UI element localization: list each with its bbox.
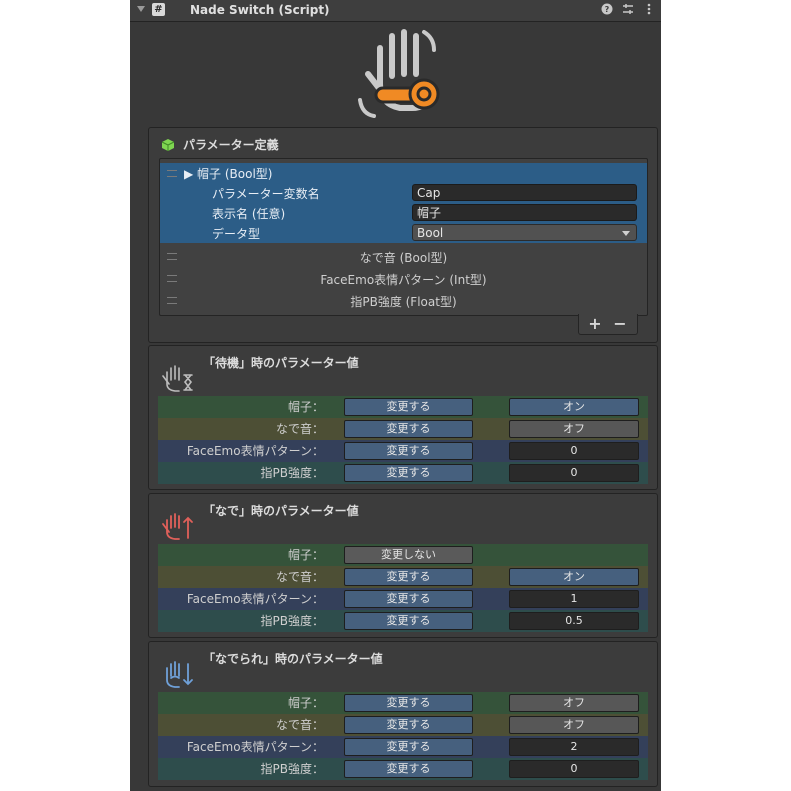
panel-title: 「待機」時のパラメーター値 [203,356,359,370]
remove-button[interactable]: − [610,314,630,333]
parameter-item-label: FaceEmo表情パターン (Int型) [320,273,487,287]
dropdown-value: Bool [417,226,444,240]
component-header[interactable]: # Nade Switch (Script) ? [130,0,661,22]
state-row: 指PB強度： 変更する 0 [158,462,648,484]
parameter-list: ▶ 帽子 (Bool型) パラメーター変数名 Cap 表示名 (任意) 帽子 デ… [159,158,648,316]
row-label: 帽子： [287,696,324,710]
row-label: 指PB強度： [260,466,324,480]
row-label: 指PB強度： [260,614,324,628]
more-icon[interactable] [643,3,655,17]
value-toggle[interactable]: オン [509,398,639,416]
state-row: なで音： 変更する オン [158,566,648,588]
change-toggle-button[interactable]: 変更する [344,760,473,778]
state-row: 帽子： 変更しない [158,544,648,566]
row-label: FaceEmo表情パターン： [186,444,324,458]
value-field[interactable]: 0 [509,464,639,482]
change-toggle-button[interactable]: 変更する [344,612,473,630]
state-panel-idle: 「待機」時のパラメーター値 帽子： 変更する オン なで音： 変更する オフ F… [148,345,658,490]
state-row: なで音： 変更する オフ [158,418,648,440]
value-field[interactable]: 1 [509,590,639,608]
state-row: FaceEmo表情パターン： 変更する 1 [158,588,648,610]
state-row: 指PB強度： 変更する 0 [158,758,648,780]
chevron-down-icon [622,231,630,236]
row-label: 指PB強度： [260,762,324,776]
value-toggle[interactable]: オン [509,568,639,586]
row-label: なで音： [275,570,324,584]
no-change-toggle-button[interactable]: 変更しない [344,546,473,564]
state-panel-naderare: 「なでられ」時のパラメーター値 帽子： 変更する オフ なで音： 変更する オフ… [148,641,658,787]
state-row: 帽子： 変更する オフ [158,692,648,714]
value-toggle[interactable]: オフ [509,694,639,712]
state-row: FaceEmo表情パターン： 変更する 0 [158,440,648,462]
parameter-foldout-label[interactable]: ▶ 帽子 (Bool型) [184,165,272,182]
value-field[interactable]: 0 [509,760,639,778]
stroke-hand-up-icon [162,513,193,540]
list-footer: + − [578,314,638,335]
nade-switch-logo [358,29,440,118]
change-toggle-button[interactable]: 変更する [344,442,473,460]
panel-title: 「なで」時のパラメーター値 [203,504,359,518]
change-toggle-button[interactable]: 変更する [344,398,473,416]
state-panel-nade: 「なで」時のパラメーター値 帽子： 変更しない なで音： 変更する オン Fac… [148,493,658,638]
state-row: なで音： 変更する オフ [158,714,648,736]
panel-title: 「なでられ」時のパラメーター値 [203,652,383,666]
change-toggle-button[interactable]: 変更する [344,420,473,438]
row-label: FaceEmo表情パターン： [186,740,324,754]
component-title: Nade Switch (Script) [190,3,330,17]
change-toggle-button[interactable]: 変更する [344,694,473,712]
inspector-panel: # Nade Switch (Script) ? パラメーター定義 ▶ 帽子 (… [130,0,661,791]
change-toggle-button[interactable]: 変更する [344,716,473,734]
foldout-arrow-icon[interactable] [137,6,145,12]
field-label: パラメーター変数名 [212,187,320,201]
parameter-item[interactable]: FaceEmo表情パターン (Int型) [160,267,647,289]
variable-name-input[interactable]: Cap [412,184,637,201]
state-row: FaceEmo表情パターン： 変更する 2 [158,736,648,758]
parameter-item[interactable]: 指PB強度 (Float型) [160,289,647,311]
row-label: 帽子： [287,400,324,414]
idle-hand-icon [162,365,193,392]
value-toggle[interactable]: オフ [509,420,639,438]
value-toggle[interactable]: オフ [509,716,639,734]
state-row: 帽子： 変更する オン [158,396,648,418]
field-label: 表示名 (任意) [212,207,286,221]
cube-icon [161,139,175,151]
change-toggle-button[interactable]: 変更する [344,590,473,608]
presets-icon[interactable] [622,3,634,17]
drag-handle-icon[interactable] [167,170,177,177]
change-toggle-button[interactable]: 変更する [344,568,473,586]
value-field[interactable]: 0.5 [509,612,639,630]
change-toggle-button[interactable]: 変更する [344,464,473,482]
change-toggle-button[interactable]: 変更する [344,738,473,756]
stroked-hand-down-icon [166,661,193,688]
parameter-item-selected[interactable]: ▶ 帽子 (Bool型) パラメーター変数名 Cap 表示名 (任意) 帽子 デ… [160,163,647,243]
data-type-dropdown[interactable]: Bool [412,224,637,241]
parameter-item-label: なで音 (Bool型) [359,251,448,265]
help-icon[interactable]: ? [601,3,613,17]
parameter-definition-panel: パラメーター定義 ▶ 帽子 (Bool型) パラメーター変数名 Cap 表示名 … [148,127,658,343]
display-name-input[interactable]: 帽子 [412,204,637,221]
row-label: なで音： [275,718,324,732]
row-label: なで音： [275,422,324,436]
parameter-item-label: 指PB強度 (Float型) [350,295,457,309]
add-button[interactable]: + [585,314,605,333]
value-field[interactable]: 2 [509,738,639,756]
script-icon: # [152,3,165,16]
parameter-item[interactable]: なで音 (Bool型) [160,245,647,267]
value-field[interactable]: 0 [509,442,639,460]
panel-title: パラメーター定義 [183,138,279,152]
state-row: 指PB強度： 変更する 0.5 [158,610,648,632]
row-label: 帽子： [287,548,324,562]
row-label: FaceEmo表情パターン： [186,592,324,606]
svg-text:?: ? [605,5,610,14]
field-label: データ型 [212,227,261,241]
